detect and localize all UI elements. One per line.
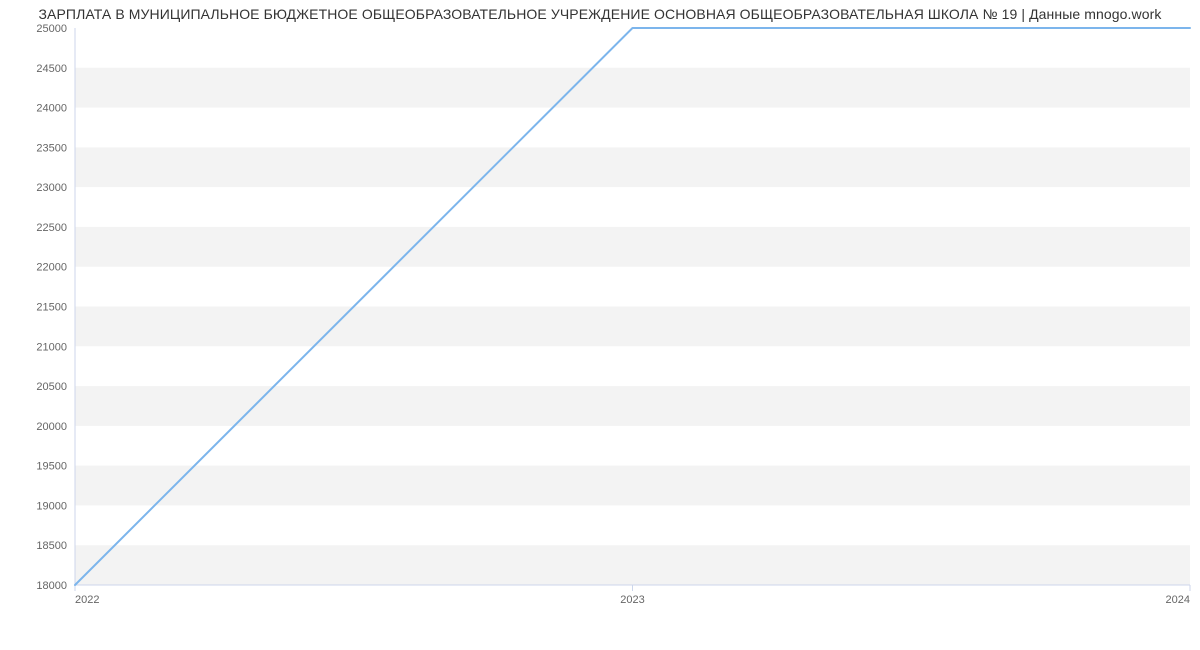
y-tick-label: 21500 — [36, 302, 67, 314]
grid-band — [75, 147, 1190, 187]
grid-band — [75, 307, 1190, 347]
grid-band — [75, 227, 1190, 267]
x-tick-label: 2022 — [75, 594, 99, 606]
y-tick-label: 20500 — [36, 381, 67, 393]
x-tick-label: 2024 — [1166, 594, 1190, 606]
y-tick-label: 18500 — [36, 540, 67, 552]
y-tick-label: 20000 — [36, 421, 67, 433]
y-tick-label: 19000 — [36, 500, 67, 512]
y-tick-label: 24500 — [36, 63, 67, 75]
chart-svg: 18000 18500 19000 19500 20000 20500 21000 21500… — [0, 22, 1200, 650]
x-tick-label: 2023 — [620, 594, 644, 606]
y-tick-label: 18000 — [36, 580, 67, 592]
y-tick-label: 23000 — [36, 182, 67, 194]
chart-title: ЗАРПЛАТА В МУНИЦИПАЛЬНОЕ БЮДЖЕТНОЕ ОБЩЕО… — [0, 0, 1200, 22]
y-tick-label: 22500 — [36, 222, 67, 234]
y-tick-label: 24000 — [36, 103, 67, 115]
grid-band — [75, 545, 1190, 585]
grid-band — [75, 466, 1190, 506]
y-tick-label: 23500 — [36, 142, 67, 154]
y-tick-label: 21000 — [36, 341, 67, 353]
y-tick-label: 19500 — [36, 461, 67, 473]
y-tick-label: 22000 — [36, 262, 67, 274]
chart-container: ЗАРПЛАТА В МУНИЦИПАЛЬНОЕ БЮДЖЕТНОЕ ОБЩЕО… — [0, 0, 1200, 650]
grid-band — [75, 68, 1190, 108]
y-tick-label: 25000 — [36, 23, 67, 35]
grid-band — [75, 386, 1190, 426]
